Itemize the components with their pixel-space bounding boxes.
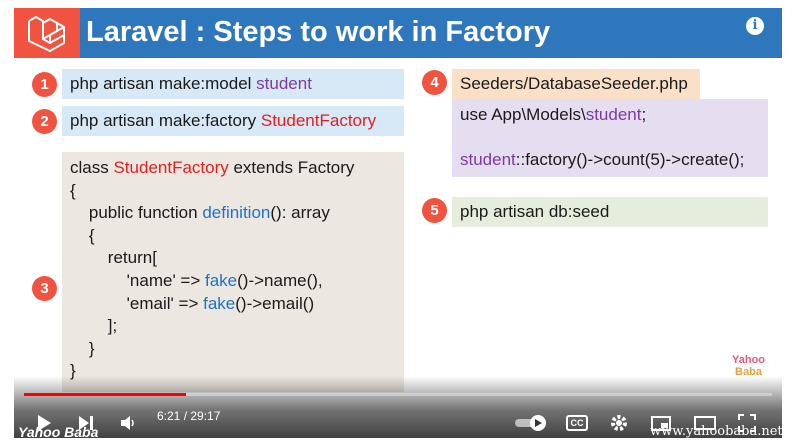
seeder-code-block: use App\Models\student; student::factory… xyxy=(452,99,768,177)
code-line: { xyxy=(70,180,76,200)
make-model-command: php artisan make:model student xyxy=(62,69,404,99)
code-line: return[ xyxy=(70,248,157,268)
step-badge-2: 2 xyxy=(32,109,57,134)
command-text: php artisan make:factory xyxy=(70,111,261,130)
player-controls: 6:21 / 29:17 CC Yahoo Baba www.yahoobaba… xyxy=(14,376,782,438)
site-watermark: www.yahoobaba.net xyxy=(650,424,782,438)
slide-header: Laravel : Steps to work in Factory i xyxy=(14,8,782,58)
model-name: student xyxy=(256,74,312,93)
slide-title: Laravel : Steps to work in Factory xyxy=(86,16,551,48)
progress-fill xyxy=(24,393,186,396)
code-line: } xyxy=(70,338,95,358)
code-line: class StudentFactory extends Factory xyxy=(70,158,355,177)
channel-watermark: Yahoo Baba xyxy=(18,424,99,438)
code-line: 'email' => fake()->email() xyxy=(70,293,315,313)
settings-gear-icon[interactable] xyxy=(610,414,628,437)
code-line: public function definition(): array xyxy=(70,203,330,223)
video-frame[interactable]: Laravel : Steps to work in Factory i 1 2… xyxy=(14,8,782,438)
make-factory-command: php artisan make:factory StudentFactory xyxy=(62,106,404,136)
autoplay-toggle-icon[interactable] xyxy=(514,414,548,437)
db-seed-command: php artisan db:seed xyxy=(452,197,768,227)
step-badge-4: 4 xyxy=(422,70,447,95)
step-badge-1: 1 xyxy=(32,72,57,97)
info-icon[interactable]: i xyxy=(746,17,764,35)
code-line: ]; xyxy=(70,316,118,336)
time-display: 6:21 / 29:17 xyxy=(157,409,221,423)
channel-logo-line-1: Yahoo xyxy=(732,354,766,366)
laravel-logo-icon xyxy=(14,8,80,58)
code-line: student::factory()->count(5)->create(); xyxy=(460,149,745,169)
step-badge-3: 3 xyxy=(32,276,57,301)
code-line: use App\Models\student; xyxy=(460,105,647,124)
progress-bar[interactable] xyxy=(24,393,772,396)
factory-code-block: class StudentFactory extends Factory { p… xyxy=(62,152,404,392)
seeder-file-name: Seeders/DatabaseSeeder.php xyxy=(452,69,700,99)
factory-name: StudentFactory xyxy=(260,111,377,130)
volume-icon[interactable] xyxy=(120,416,136,435)
step-badge-5: 5 xyxy=(422,198,447,223)
code-line: 'name' => fake()->name(), xyxy=(70,270,323,290)
command-text: php artisan make:model xyxy=(70,74,257,93)
channel-logo: Yahoo Baba xyxy=(732,354,765,378)
code-line: { xyxy=(70,225,95,245)
captions-icon[interactable]: CC xyxy=(566,415,588,431)
